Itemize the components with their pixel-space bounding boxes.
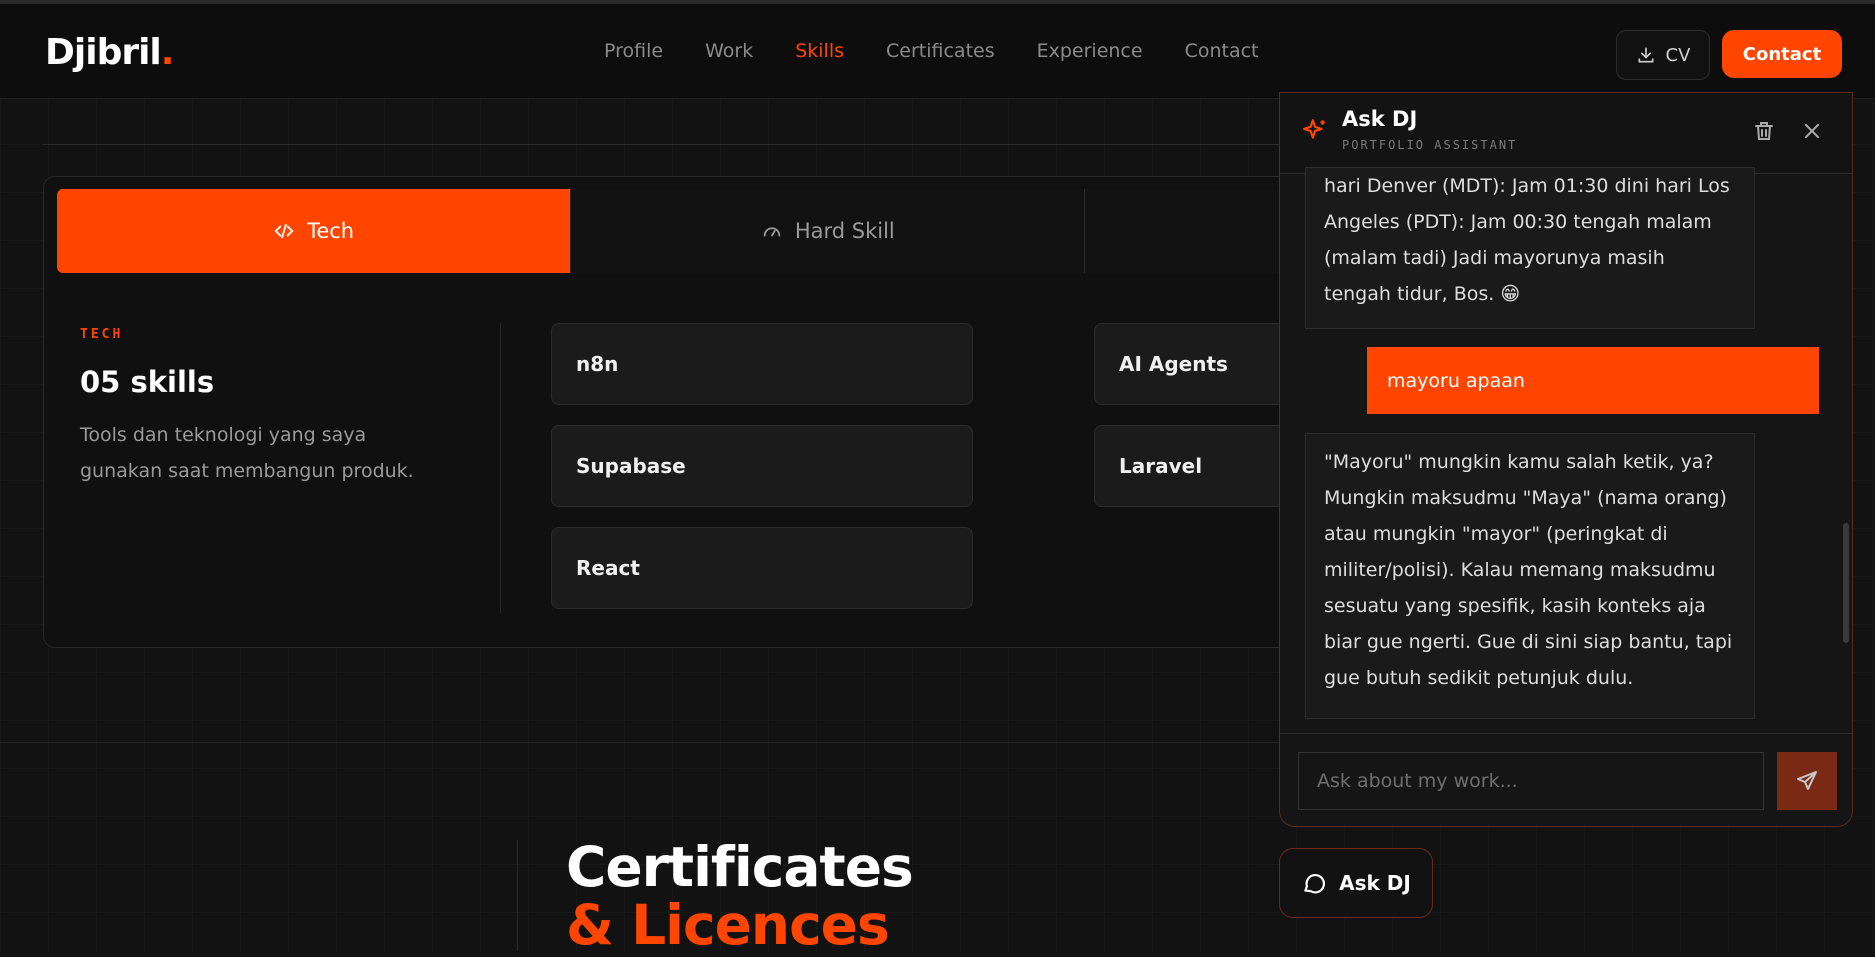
chat-message-bot: "Mayoru" mungkin kamu salah ketik, ya? M… <box>1305 433 1755 719</box>
gauge-icon <box>763 227 781 237</box>
chat-title: Ask DJ <box>1342 107 1418 131</box>
chat-scrollbar[interactable] <box>1843 523 1849 643</box>
chat-message-user: mayoru apaan <box>1367 347 1819 414</box>
chat-message-bot: hari Denver (MDT): Jam 01:30 dini hari L… <box>1305 167 1755 329</box>
sparkle-icon <box>1303 119 1325 139</box>
send-icon <box>1797 771 1817 790</box>
cv-label: CV <box>1665 44 1691 66</box>
skill-count: 05 skills <box>80 365 215 399</box>
cv-download-button[interactable]: CV <box>1616 30 1710 80</box>
skill-tile[interactable]: n8n <box>551 323 973 405</box>
nav-links: Profile Work Skills Certificates Experie… <box>604 40 1301 62</box>
download-icon <box>1638 47 1654 63</box>
skill-tile[interactable]: Supabase <box>551 425 973 507</box>
ask-dj-launcher[interactable]: Ask DJ <box>1279 848 1433 918</box>
chat-footer <box>1280 733 1852 826</box>
chat-bubble-icon <box>1304 873 1326 894</box>
skills-tabs: Tech Hard Skill <box>57 189 1334 273</box>
trash-icon[interactable] <box>1752 119 1776 143</box>
contact-button[interactable]: Contact <box>1722 30 1842 78</box>
section-divider <box>43 144 1283 145</box>
code-icon <box>274 223 294 239</box>
chat-input[interactable] <box>1298 752 1764 810</box>
chat-header: Ask DJ PORTFOLIO ASSISTANT <box>1280 93 1852 174</box>
nav-link-experience[interactable]: Experience <box>1037 40 1143 62</box>
navbar: Djibril. Profile Work Skills Certificate… <box>0 4 1875 99</box>
vertical-separator <box>500 323 501 613</box>
nav-link-profile[interactable]: Profile <box>604 40 663 62</box>
ask-dj-label: Ask DJ <box>1339 871 1411 895</box>
certificates-title-accent: & Licences <box>566 893 890 957</box>
logo-text: Djibril <box>45 32 162 73</box>
chat-panel: Ask DJ PORTFOLIO ASSISTANT hari Denver (… <box>1279 92 1853 827</box>
tab-hard-skill[interactable]: Hard Skill <box>571 189 1086 273</box>
logo[interactable]: Djibril. <box>45 32 175 73</box>
logo-dot: . <box>160 32 175 73</box>
tab-tech[interactable]: Tech <box>57 189 572 273</box>
nav-link-contact[interactable]: Contact <box>1185 40 1259 62</box>
send-button[interactable] <box>1777 752 1837 810</box>
chat-subtitle: PORTFOLIO ASSISTANT <box>1342 138 1518 152</box>
nav-link-skills[interactable]: Skills <box>795 40 844 62</box>
skill-description: Tools dan teknologi yang saya gunakan sa… <box>80 424 414 482</box>
skills-card: Tech Hard Skill TECH 05 skills Tools dan… <box>43 176 1335 648</box>
tab-tech-label: Tech <box>307 219 355 243</box>
certificates-title: Certificates <box>566 835 914 899</box>
nav-link-certificates[interactable]: Certificates <box>886 40 995 62</box>
vertical-line <box>517 840 518 951</box>
category-label: TECH <box>80 327 124 342</box>
tab-hard-skill-label: Hard Skill <box>794 219 895 243</box>
skill-tile[interactable]: React <box>551 527 973 609</box>
nav-link-work[interactable]: Work <box>705 40 753 62</box>
close-icon[interactable] <box>1800 119 1824 143</box>
section-divider <box>0 742 1280 743</box>
